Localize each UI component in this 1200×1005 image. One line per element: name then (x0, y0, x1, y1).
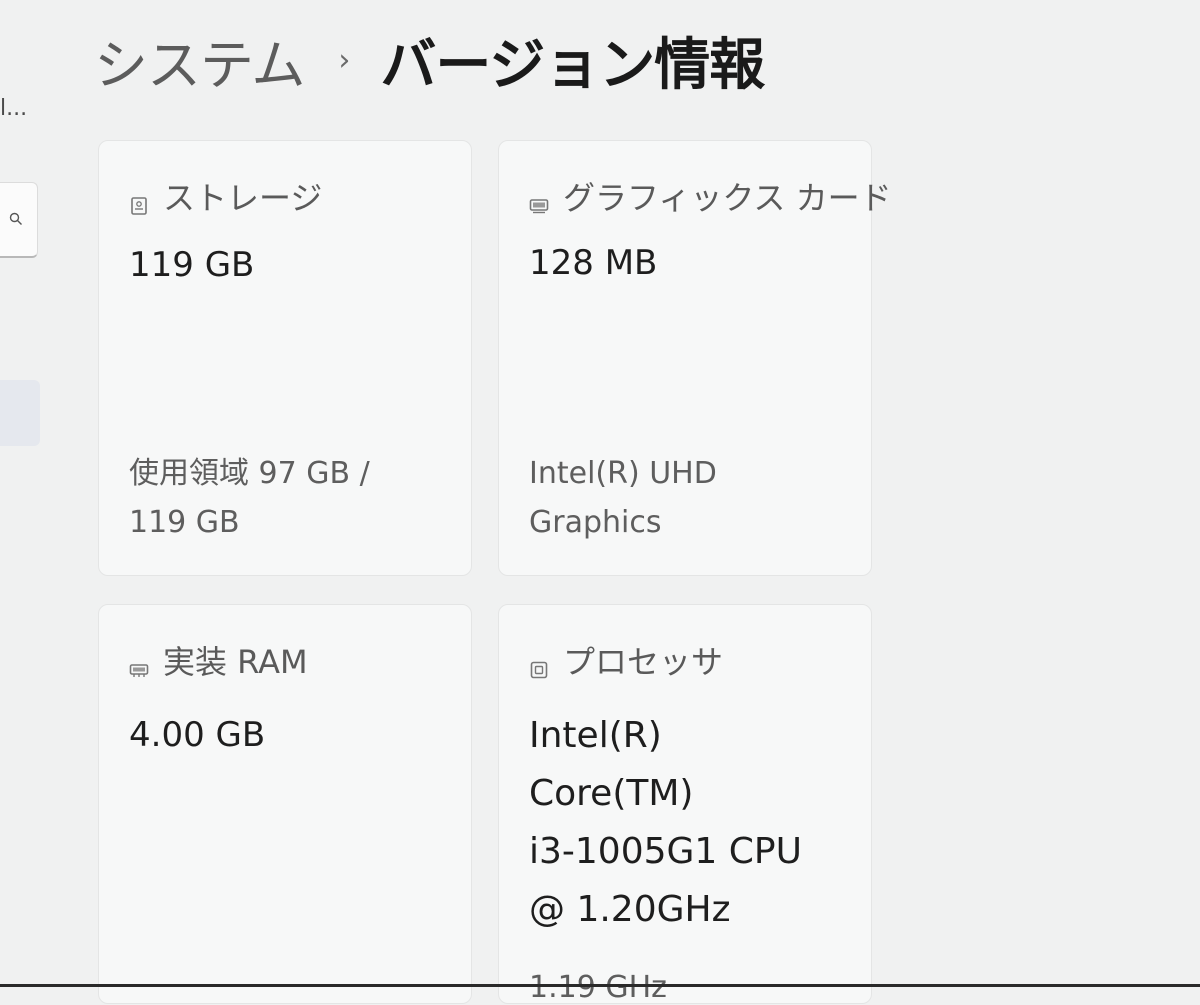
graphics-model-line2: Graphics (529, 505, 662, 540)
settings-window: { "header": { "parent": "システム", "separat… (0, 0, 1200, 1005)
storage-icon (129, 186, 149, 215)
sidebar-item-system-selected[interactable] (0, 380, 40, 446)
processor-model-line4: @ 1.20GHz (529, 889, 731, 930)
graphics-model: Intel(R) UHD Graphics (529, 449, 717, 547)
processor-model: Intel(R) Core(TM) i3-1005G1 CPU @ 1.20GH… (529, 707, 802, 939)
breadcrumb: システム › バージョン情報 (94, 20, 765, 100)
processor-card-header: プロセッサ (529, 637, 723, 683)
processor-card: プロセッサ Intel(R) Core(TM) i3-1005G1 CPU @ … (498, 604, 872, 1005)
graphics-card: グラフィックス カード 128 MB Intel(R) UHD Graphics (498, 140, 892, 576)
sidebar-search-box[interactable] (0, 182, 38, 258)
ram-card-header: 実装 RAM (129, 637, 308, 683)
ram-value: 4.00 GB (129, 715, 266, 755)
graphics-model-line1: Intel(R) UHD (529, 456, 717, 491)
ram-card: 実装 RAM 4.00 GB (98, 604, 472, 1004)
storage-usage-line1: 使用領域 97 GB / (129, 456, 370, 491)
search-icon[interactable] (9, 211, 23, 230)
processor-current-speed: 1.19 GHz (529, 970, 667, 1005)
storage-card: ストレージ 119 GB 使用領域 97 GB / 119 GB (98, 140, 472, 576)
processor-label: プロセッサ (563, 643, 724, 681)
graphics-card-icon (529, 186, 549, 214)
processor-model-line3: i3-1005G1 CPU (529, 831, 802, 872)
storage-value: 119 GB (129, 245, 255, 285)
storage-label: ストレージ (163, 179, 323, 217)
ram-label: 実装 RAM (163, 643, 308, 681)
page-title: バージョン情報 (380, 32, 765, 98)
graphics-value: 128 MB (529, 243, 658, 283)
ram-icon (129, 650, 149, 677)
processor-model-line2: Core(TM) (529, 773, 694, 814)
sidebar-user-name: l... (0, 96, 28, 121)
graphics-card-header: グラフィックス カード (529, 173, 892, 219)
graphics-label: グラフィックス カード (563, 179, 892, 217)
processor-model-line1: Intel(R) (529, 715, 662, 756)
storage-card-header: ストレージ (129, 173, 322, 219)
breadcrumb-chevron-icon: › (338, 42, 351, 78)
processor-icon (529, 650, 549, 679)
breadcrumb-parent-system[interactable]: システム (94, 21, 305, 100)
storage-usage: 使用領域 97 GB / 119 GB (129, 449, 370, 547)
storage-usage-line2: 119 GB (129, 505, 240, 540)
